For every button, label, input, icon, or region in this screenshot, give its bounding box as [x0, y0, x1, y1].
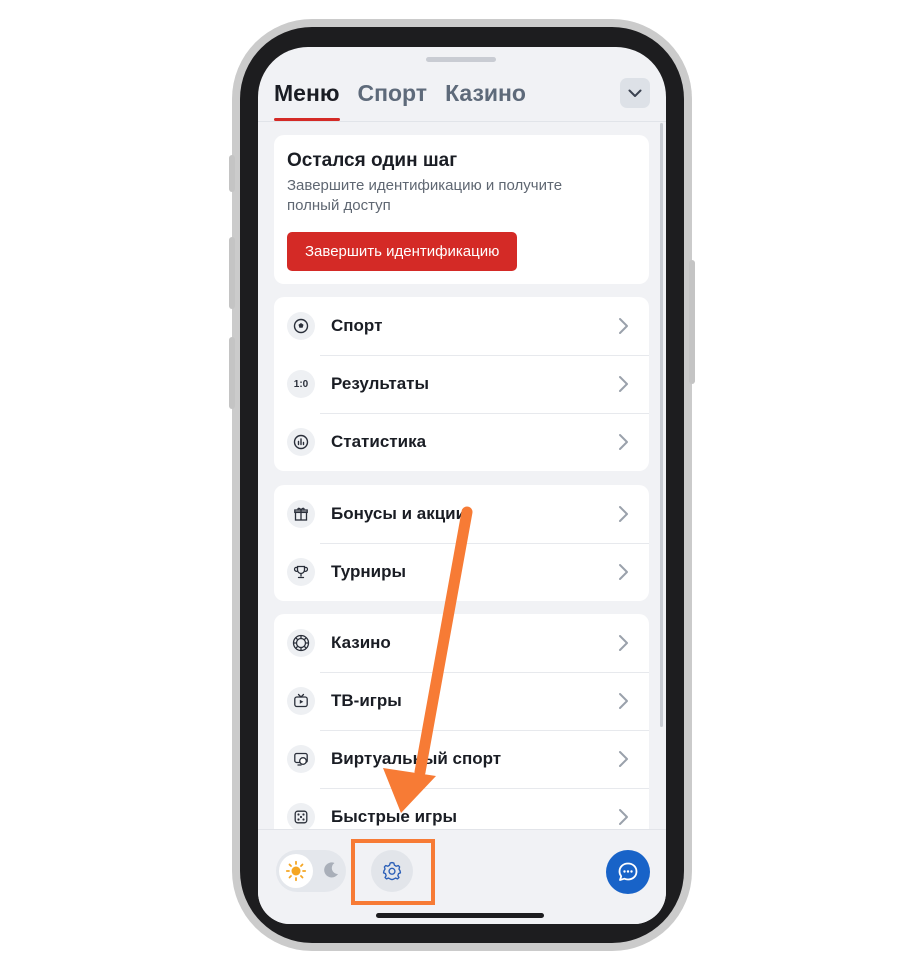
menu-group-sport: Спорт 1:0 Результаты Статистика	[274, 297, 649, 471]
menu-item-label: Турниры	[331, 562, 406, 581]
virtual-sport-icon	[287, 745, 315, 773]
identification-card: Остался один шаг Завершите идентификацию…	[274, 135, 649, 284]
menu-item-bonuses[interactable]: Бонусы и акции	[274, 485, 649, 543]
menu-item-casino[interactable]: Казино	[274, 614, 649, 672]
scrollbar[interactable]	[660, 123, 663, 727]
menu-item-results[interactable]: 1:0 Результаты	[274, 355, 649, 413]
menu-item-sport[interactable]: Спорт	[274, 297, 649, 355]
menu-item-label: Спорт	[331, 316, 383, 335]
home-indicator	[376, 913, 544, 918]
chevron-right-icon	[619, 434, 628, 450]
phone-volume-up	[229, 237, 235, 309]
menu-item-label: Виртуальный спорт	[331, 749, 502, 768]
gift-icon	[287, 500, 315, 528]
collapse-button[interactable]	[620, 78, 650, 108]
menu-tabs: Меню Спорт Казино	[274, 77, 526, 121]
menu-group-bonuses: Бонусы и акции Турниры	[274, 485, 649, 601]
menu-item-tournaments[interactable]: Турниры	[274, 543, 649, 601]
chevron-right-icon	[619, 693, 628, 709]
chat-button[interactable]	[606, 850, 650, 894]
soccer-ball-icon	[287, 312, 315, 340]
chevron-right-icon	[619, 506, 628, 522]
tv-icon	[287, 687, 315, 715]
tab-sport[interactable]: Спорт	[358, 77, 428, 121]
score-icon-text: 1:0	[293, 378, 309, 390]
menu-item-label: Бонусы и акции	[331, 504, 467, 523]
tab-menu[interactable]: Меню	[274, 77, 340, 121]
menu-item-virtual-sport[interactable]: Виртуальный спорт	[274, 730, 649, 788]
tab-casino[interactable]: Казино	[445, 77, 526, 121]
sun-icon	[279, 854, 313, 888]
menu-item-label: Результаты	[331, 374, 430, 393]
menu-item-label: Казино	[331, 633, 391, 652]
score-icon: 1:0	[287, 370, 315, 398]
settings-highlight-box	[351, 839, 435, 905]
identification-title: Остался один шаг	[287, 150, 458, 171]
identification-text: Завершите идентификацию и получите полны…	[287, 177, 563, 214]
phone-power-button	[689, 260, 695, 384]
menu-item-quick-games[interactable]: Быстрые игры	[274, 788, 649, 829]
phone-volume-down	[229, 337, 235, 409]
menu-item-label: Быстрые игры	[331, 807, 458, 826]
complete-identification-button[interactable]: Завершить идентификацию	[287, 232, 518, 271]
menu-item-label: ТВ-игры	[331, 691, 402, 710]
chart-icon	[287, 428, 315, 456]
moon-icon	[324, 862, 338, 878]
chevron-right-icon	[619, 751, 628, 767]
phone-screen: Меню Спорт Казино Остался один шаг Завер…	[258, 47, 666, 924]
chevron-right-icon	[619, 318, 628, 334]
trophy-icon	[287, 558, 315, 586]
theme-toggle[interactable]	[276, 850, 346, 892]
chevron-right-icon	[619, 635, 628, 651]
dice-icon	[287, 803, 315, 829]
chevron-right-icon	[619, 809, 628, 825]
chevron-down-icon	[628, 89, 642, 97]
menu-group-casino: Казино ТВ-игры Виртуальный спорт Быстрые…	[274, 614, 649, 829]
menu-item-label: Статистика	[331, 432, 427, 451]
casino-chip-icon	[287, 629, 315, 657]
chevron-right-icon	[619, 376, 628, 392]
chat-bubble-icon	[618, 862, 638, 881]
phone-mute-switch	[229, 155, 235, 192]
menu-item-tv-games[interactable]: ТВ-игры	[274, 672, 649, 730]
chevron-right-icon	[619, 564, 628, 580]
tabs-divider	[258, 121, 666, 122]
sheet-grabber[interactable]	[426, 57, 496, 62]
menu-item-statistics[interactable]: Статистика	[274, 413, 649, 471]
bottom-toolbar	[258, 829, 666, 924]
